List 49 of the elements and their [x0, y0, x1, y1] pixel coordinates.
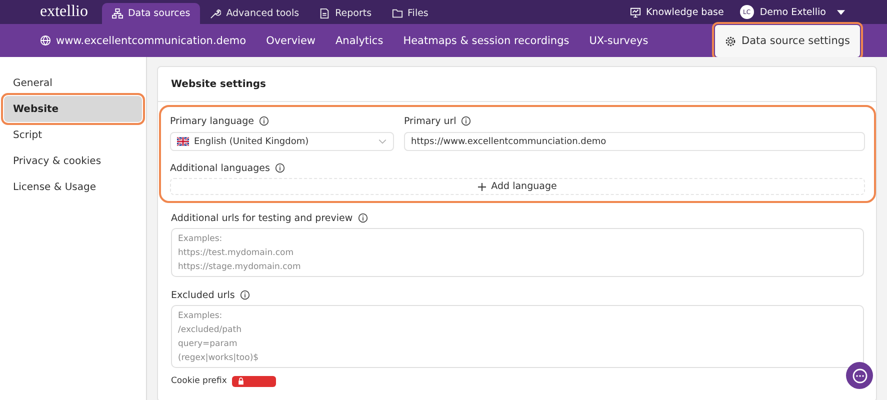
field-label: Primary url	[404, 116, 456, 126]
flag-icon	[177, 137, 189, 146]
chat-icon	[852, 368, 868, 384]
sidebar-item[interactable]: General	[4, 70, 142, 96]
nav-link[interactable]: UX-surveys	[589, 34, 648, 46]
knowledge-base-link[interactable]: Knowledge base	[624, 0, 730, 24]
field-label: Excluded urls	[171, 290, 235, 300]
lock-icon	[236, 377, 245, 385]
sidebar-item[interactable]: Privacy & cookies	[4, 148, 142, 174]
nav-tab[interactable]: Advanced tools	[200, 3, 310, 24]
add-language-button[interactable]: Add language	[170, 178, 865, 195]
info-icon	[274, 163, 285, 173]
folder-icon	[392, 8, 403, 19]
chevron-down-icon	[378, 139, 387, 144]
plus-icon	[478, 182, 486, 190]
upgrade-badge[interactable]	[232, 376, 276, 386]
nav-tab[interactable]: Reports	[309, 3, 382, 24]
info-icon	[358, 213, 368, 223]
info-icon	[258, 116, 269, 126]
field-label: Primary language	[170, 116, 254, 126]
language-dropdown[interactable]: English (United Kingdom)	[170, 132, 394, 151]
info-icon	[240, 290, 250, 300]
field-label: Additional urls for testing and preview	[171, 212, 353, 224]
sidebar-item[interactable]: License & Usage	[4, 174, 142, 200]
excluded-urls-text-area[interactable]: Examples: /excluded/path query=param (regex|works|too)$	[171, 305, 864, 368]
caret-icon	[837, 10, 845, 14]
wrench-icon	[210, 8, 222, 19]
nav-tab[interactable]: Data sources	[102, 3, 200, 24]
presentation-icon	[630, 6, 641, 18]
field-label: Additional languages	[170, 162, 270, 174]
data-source-settings-button[interactable]: Data source settings	[714, 25, 860, 57]
sidebar-item[interactable]: Script	[4, 122, 142, 148]
nav-link[interactable]: Heatmaps & session recordings	[403, 34, 570, 46]
logo[interactable]: extellio	[40, 3, 88, 21]
nav-link[interactable]: Overview	[266, 34, 316, 46]
info-icon	[461, 116, 472, 126]
url-input-field[interactable]: https://www.excellentcommunciation.demo	[404, 132, 865, 151]
settings-icon	[724, 36, 736, 46]
card-title: Website settings	[171, 78, 266, 90]
document-icon	[319, 8, 330, 19]
nav-link[interactable]: Analytics	[336, 34, 384, 46]
field-label: Cookie prefix	[171, 376, 227, 386]
sidebar-item[interactable]: Website	[4, 96, 142, 122]
website-name: www.excellentcommunication.demo	[56, 34, 246, 46]
sitemap-icon	[112, 8, 123, 19]
globe-icon	[40, 35, 51, 46]
nav-tab[interactable]: Files	[382, 3, 438, 24]
user-menu[interactable]: Demo Extellio	[754, 0, 851, 24]
urls-text-area[interactable]: Examples: https://test.mydomain.com https://stage.mydomain.com	[171, 228, 864, 277]
